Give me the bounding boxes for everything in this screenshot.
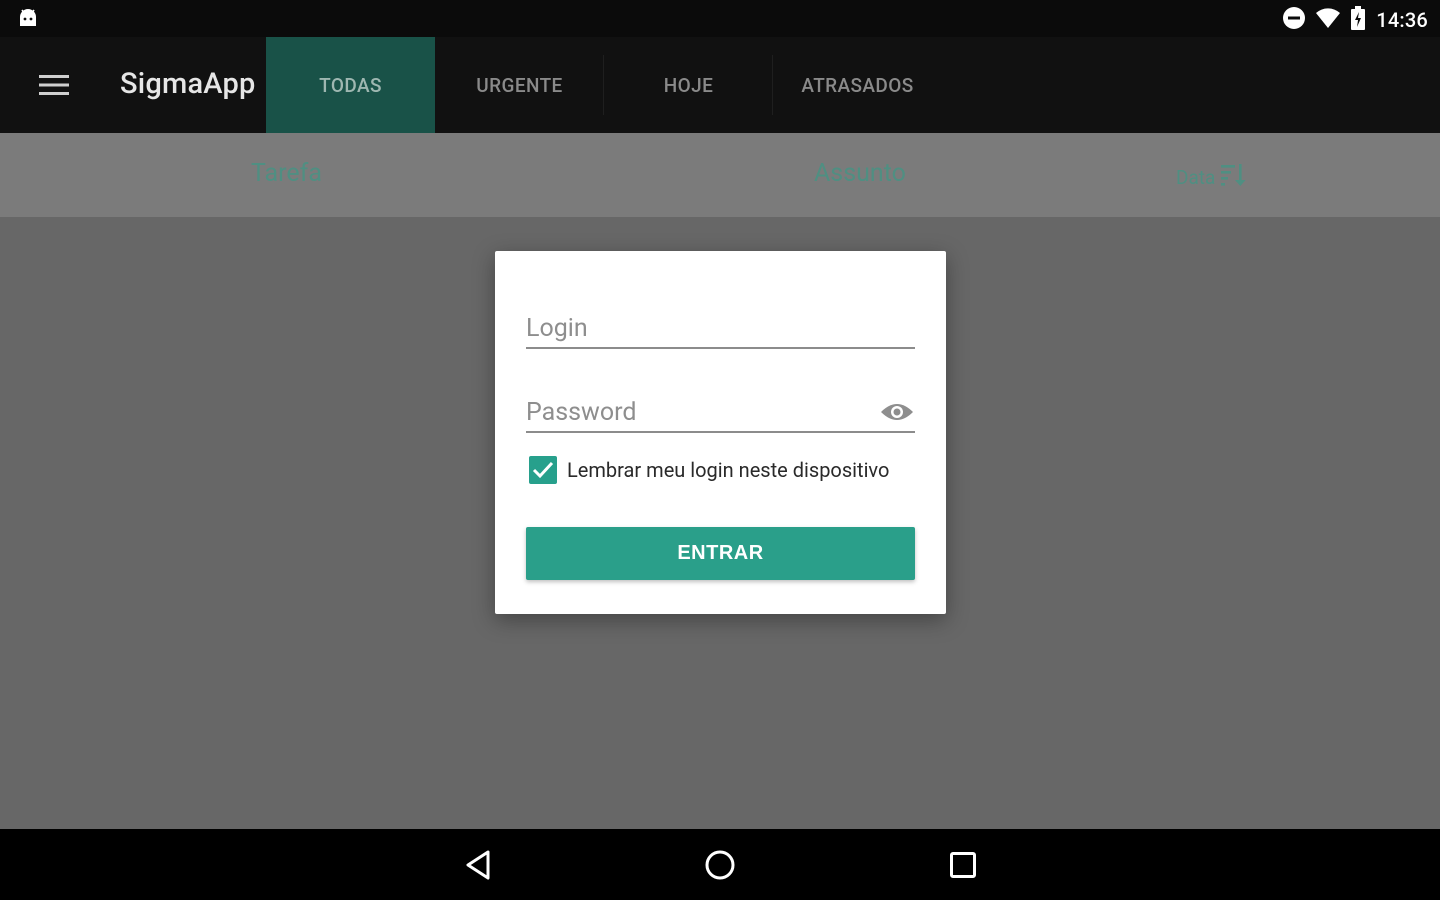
app-bar: SigmaApp TODAS URGENTE HOJE ATRASADOS — [0, 37, 1440, 133]
wifi-icon — [1316, 7, 1341, 33]
status-bar: 14:36 — [0, 0, 1440, 37]
tab-label: ATRASADOS — [801, 73, 914, 97]
home-icon[interactable] — [700, 847, 740, 883]
column-tarefa[interactable]: Tarefa — [251, 159, 322, 188]
menu-icon[interactable] — [30, 67, 78, 103]
enter-button[interactable]: ENTRAR — [526, 527, 915, 580]
login-input[interactable] — [526, 311, 866, 345]
tab-label: TODAS — [319, 73, 382, 97]
tab-todas[interactable]: TODAS — [266, 37, 435, 133]
column-data[interactable]: Data — [1176, 163, 1247, 192]
battery-icon — [1350, 6, 1366, 34]
tab-bar: TODAS URGENTE HOJE ATRASADOS — [266, 37, 942, 133]
navigation-bar — [0, 829, 1440, 900]
tab-hoje[interactable]: HOJE — [604, 37, 773, 133]
dnd-icon — [1282, 6, 1306, 34]
app-title: SigmaApp — [120, 67, 256, 101]
tab-atrasados[interactable]: ATRASADOS — [773, 37, 942, 133]
login-dialog: Lembrar meu login neste dispositivo ENTR… — [495, 251, 946, 614]
eye-icon[interactable] — [879, 397, 915, 427]
password-field — [526, 395, 915, 433]
remember-login[interactable]: Lembrar meu login neste dispositivo — [529, 456, 889, 484]
status-time: 14:36 — [1376, 8, 1428, 32]
password-input[interactable] — [526, 395, 866, 429]
login-field — [526, 311, 915, 349]
list-header: Tarefa Assunto Data — [0, 133, 1440, 217]
tab-label: URGENTE — [476, 73, 563, 97]
tab-urgente[interactable]: URGENTE — [435, 37, 604, 133]
column-assunto[interactable]: Assunto — [814, 159, 906, 188]
android-icon — [17, 8, 39, 32]
column-data-label: Data — [1176, 166, 1216, 189]
remember-checkbox[interactable] — [529, 456, 557, 484]
remember-label: Lembrar meu login neste dispositivo — [567, 458, 890, 482]
recent-apps-icon[interactable] — [943, 847, 983, 883]
tab-label: HOJE — [663, 73, 714, 97]
sort-icon — [1221, 163, 1247, 192]
back-icon[interactable] — [458, 847, 498, 883]
